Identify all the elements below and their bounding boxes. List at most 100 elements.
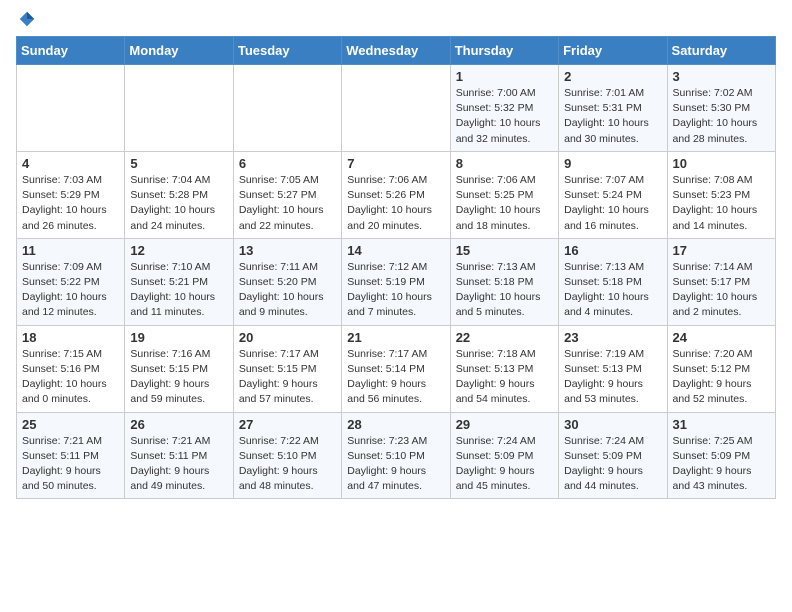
calendar-cell: 12Sunrise: 7:10 AM Sunset: 5:21 PM Dayli… xyxy=(125,238,233,325)
day-info: Sunrise: 7:04 AM Sunset: 5:28 PM Dayligh… xyxy=(130,173,227,234)
day-number: 1 xyxy=(456,69,553,84)
day-info: Sunrise: 7:06 AM Sunset: 5:25 PM Dayligh… xyxy=(456,173,553,234)
day-number: 19 xyxy=(130,330,227,345)
calendar-cell: 19 Sunrise: 7:16 AM Sunset: 5:15 PM Dayli… xyxy=(125,325,233,412)
header xyxy=(16,10,776,28)
calendar-cell: 21 Sunrise: 7:17 AM Sunset: 5:14 PM Dayli… xyxy=(342,325,450,412)
day-info: Sunrise: 7:15 AM Sunset: 5:16 PM Dayligh… xyxy=(22,347,119,408)
calendar-cell: 26 Sunrise: 7:21 AM Sunset: 5:11 PM Dayli… xyxy=(125,412,233,499)
calendar-header-row: SundayMondayTuesdayWednesdayThursdayFrid… xyxy=(17,37,776,65)
calendar-cell: 17 Sunrise: 7:14 AM Sunset: 5:17 PM Dayli… xyxy=(667,238,775,325)
day-number: 15 xyxy=(456,243,553,258)
calendar-cell: 5 Sunrise: 7:04 AM Sunset: 5:28 PM Daylig… xyxy=(125,151,233,238)
day-number: 24 xyxy=(673,330,770,345)
day-info: Sunrise: 7:11 AM Sunset: 5:20 PM Dayligh… xyxy=(239,260,336,321)
calendar-cell xyxy=(342,65,450,152)
day-number: 31 xyxy=(673,417,770,432)
calendar-week-row: 18 Sunrise: 7:15 AM Sunset: 5:16 PM Dayli… xyxy=(17,325,776,412)
calendar-cell: 10Sunrise: 7:08 AM Sunset: 5:23 PM Dayli… xyxy=(667,151,775,238)
day-info: Sunrise: 7:17 AM Sunset: 5:14 PM Dayligh… xyxy=(347,347,444,408)
day-info: Sunrise: 7:24 AM Sunset: 5:09 PM Dayligh… xyxy=(456,434,553,495)
weekday-header-monday: Monday xyxy=(125,37,233,65)
day-info: Sunrise: 7:12 AM Sunset: 5:19 PM Dayligh… xyxy=(347,260,444,321)
day-number: 30 xyxy=(564,417,661,432)
day-info: Sunrise: 7:23 AM Sunset: 5:10 PM Dayligh… xyxy=(347,434,444,495)
calendar-cell: 8 Sunrise: 7:06 AM Sunset: 5:25 PM Daylig… xyxy=(450,151,558,238)
day-info: Sunrise: 7:14 AM Sunset: 5:17 PM Dayligh… xyxy=(673,260,770,321)
day-info: Sunrise: 7:25 AM Sunset: 5:09 PM Dayligh… xyxy=(673,434,770,495)
calendar-cell: 2Sunrise: 7:01 AM Sunset: 5:31 PM Daylig… xyxy=(559,65,667,152)
day-info: Sunrise: 7:20 AM Sunset: 5:12 PM Dayligh… xyxy=(673,347,770,408)
day-number: 17 xyxy=(673,243,770,258)
day-number: 5 xyxy=(130,156,227,171)
day-number: 4 xyxy=(22,156,119,171)
day-info: Sunrise: 7:22 AM Sunset: 5:10 PM Dayligh… xyxy=(239,434,336,495)
day-number: 13 xyxy=(239,243,336,258)
calendar-cell xyxy=(17,65,125,152)
day-number: 29 xyxy=(456,417,553,432)
day-info: Sunrise: 7:03 AM Sunset: 5:29 PM Dayligh… xyxy=(22,173,119,234)
calendar-cell: 11 Sunrise: 7:09 AM Sunset: 5:22 PM Dayli… xyxy=(17,238,125,325)
day-info: Sunrise: 7:24 AM Sunset: 5:09 PM Dayligh… xyxy=(564,434,661,495)
day-info: Sunrise: 7:13 AM Sunset: 5:18 PM Dayligh… xyxy=(456,260,553,321)
calendar-cell xyxy=(233,65,341,152)
day-info: Sunrise: 7:07 AM Sunset: 5:24 PM Dayligh… xyxy=(564,173,661,234)
day-info: Sunrise: 7:00 AM Sunset: 5:32 PM Dayligh… xyxy=(456,86,553,147)
calendar-cell: 29 Sunrise: 7:24 AM Sunset: 5:09 PM Dayli… xyxy=(450,412,558,499)
day-number: 20 xyxy=(239,330,336,345)
day-info: Sunrise: 7:17 AM Sunset: 5:15 PM Dayligh… xyxy=(239,347,336,408)
weekday-header-thursday: Thursday xyxy=(450,37,558,65)
calendar-cell: 16 Sunrise: 7:13 AM Sunset: 5:18 PM Dayli… xyxy=(559,238,667,325)
weekday-header-friday: Friday xyxy=(559,37,667,65)
day-info: Sunrise: 7:19 AM Sunset: 5:13 PM Dayligh… xyxy=(564,347,661,408)
calendar-cell: 18 Sunrise: 7:15 AM Sunset: 5:16 PM Dayli… xyxy=(17,325,125,412)
day-info: Sunrise: 7:13 AM Sunset: 5:18 PM Dayligh… xyxy=(564,260,661,321)
day-number: 21 xyxy=(347,330,444,345)
calendar-cell: 30 Sunrise: 7:24 AM Sunset: 5:09 PM Dayli… xyxy=(559,412,667,499)
day-info: Sunrise: 7:21 AM Sunset: 5:11 PM Dayligh… xyxy=(130,434,227,495)
weekday-header-tuesday: Tuesday xyxy=(233,37,341,65)
calendar-cell: 25 Sunrise: 7:21 AM Sunset: 5:11 PM Dayli… xyxy=(17,412,125,499)
calendar-cell: 9 Sunrise: 7:07 AM Sunset: 5:24 PM Daylig… xyxy=(559,151,667,238)
calendar-cell xyxy=(125,65,233,152)
day-number: 2 xyxy=(564,69,661,84)
day-number: 6 xyxy=(239,156,336,171)
calendar-week-row: 4 Sunrise: 7:03 AM Sunset: 5:29 PM Daylig… xyxy=(17,151,776,238)
calendar-cell: 23 Sunrise: 7:19 AM Sunset: 5:13 PM Dayli… xyxy=(559,325,667,412)
calendar-table: SundayMondayTuesdayWednesdayThursdayFrid… xyxy=(16,36,776,499)
calendar-cell: 6Sunrise: 7:05 AM Sunset: 5:27 PM Daylig… xyxy=(233,151,341,238)
day-info: Sunrise: 7:08 AM Sunset: 5:23 PM Dayligh… xyxy=(673,173,770,234)
logo xyxy=(16,10,36,28)
day-number: 25 xyxy=(22,417,119,432)
day-number: 16 xyxy=(564,243,661,258)
page: SundayMondayTuesdayWednesdayThursdayFrid… xyxy=(0,0,792,612)
calendar-cell: 13 Sunrise: 7:11 AM Sunset: 5:20 PM Dayli… xyxy=(233,238,341,325)
day-number: 11 xyxy=(22,243,119,258)
day-info: Sunrise: 7:16 AM Sunset: 5:15 PM Dayligh… xyxy=(130,347,227,408)
calendar-cell: 31 Sunrise: 7:25 AM Sunset: 5:09 PM Dayli… xyxy=(667,412,775,499)
day-number: 26 xyxy=(130,417,227,432)
day-info: Sunrise: 7:06 AM Sunset: 5:26 PM Dayligh… xyxy=(347,173,444,234)
calendar-cell: 4 Sunrise: 7:03 AM Sunset: 5:29 PM Daylig… xyxy=(17,151,125,238)
calendar-cell: 3 Sunrise: 7:02 AM Sunset: 5:30 PM Daylig… xyxy=(667,65,775,152)
day-number: 3 xyxy=(673,69,770,84)
day-number: 8 xyxy=(456,156,553,171)
day-number: 18 xyxy=(22,330,119,345)
calendar-cell: 28Sunrise: 7:23 AM Sunset: 5:10 PM Dayli… xyxy=(342,412,450,499)
calendar-week-row: 11 Sunrise: 7:09 AM Sunset: 5:22 PM Dayli… xyxy=(17,238,776,325)
day-number: 9 xyxy=(564,156,661,171)
calendar-cell: 22Sunrise: 7:18 AM Sunset: 5:13 PM Dayli… xyxy=(450,325,558,412)
weekday-header-saturday: Saturday xyxy=(667,37,775,65)
day-number: 7 xyxy=(347,156,444,171)
day-number: 14 xyxy=(347,243,444,258)
day-info: Sunrise: 7:10 AM Sunset: 5:21 PM Dayligh… xyxy=(130,260,227,321)
logo-icon xyxy=(18,10,36,28)
day-info: Sunrise: 7:02 AM Sunset: 5:30 PM Dayligh… xyxy=(673,86,770,147)
day-info: Sunrise: 7:21 AM Sunset: 5:11 PM Dayligh… xyxy=(22,434,119,495)
day-info: Sunrise: 7:09 AM Sunset: 5:22 PM Dayligh… xyxy=(22,260,119,321)
calendar-cell: 20 Sunrise: 7:17 AM Sunset: 5:15 PM Dayli… xyxy=(233,325,341,412)
day-number: 23 xyxy=(564,330,661,345)
calendar-week-row: 25 Sunrise: 7:21 AM Sunset: 5:11 PM Dayli… xyxy=(17,412,776,499)
calendar-cell: 24 Sunrise: 7:20 AM Sunset: 5:12 PM Dayli… xyxy=(667,325,775,412)
calendar-cell: 27Sunrise: 7:22 AM Sunset: 5:10 PM Dayli… xyxy=(233,412,341,499)
